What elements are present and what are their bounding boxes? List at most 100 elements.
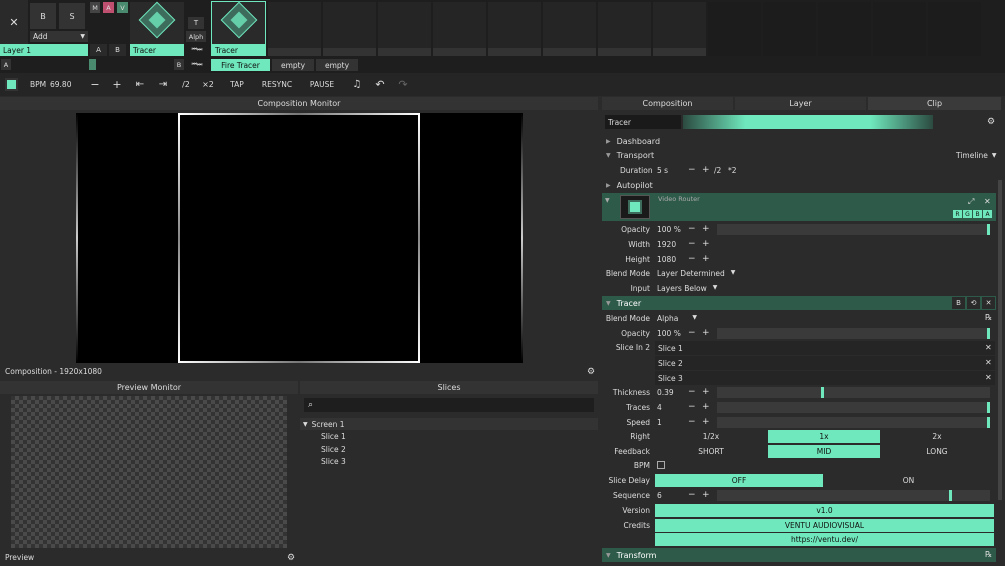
clip-slot-2[interactable]: Tracer — [211, 1, 266, 56]
deck-tab-empty-2[interactable]: empty — [316, 59, 358, 71]
plus-button[interactable]: + — [702, 402, 710, 412]
slider-handle[interactable] — [987, 402, 990, 413]
minus-button[interactable]: − — [688, 254, 696, 264]
clip-name-field[interactable]: Tracer — [605, 115, 681, 129]
undo-icon[interactable]: ↶ — [371, 76, 389, 93]
duration-minus-button[interactable]: − — [688, 165, 696, 175]
gear-icon[interactable]: ⚙ — [586, 366, 596, 377]
plus-button[interactable]: + — [702, 328, 710, 338]
close-icon[interactable]: ✕ — [982, 297, 995, 309]
nudge-left-button[interactable]: ⇤ — [131, 76, 149, 93]
layer-a-button[interactable]: A — [103, 2, 114, 13]
deck-b-button[interactable]: B — [174, 59, 184, 70]
bpm-value[interactable]: 69.80 — [50, 80, 71, 89]
vr-height-value[interactable]: 1080 — [657, 255, 676, 264]
transport-section[interactable]: ▼ Transport — [602, 148, 996, 162]
layer-close-button[interactable]: ✕ — [0, 0, 28, 44]
clip-alpha-button[interactable]: Alph — [186, 31, 206, 42]
slice-in-item[interactable]: Slice 1 — [655, 341, 995, 355]
tracer-effect-header[interactable]: ▼ Tracer — [602, 296, 996, 310]
slice-delay-on[interactable]: ON — [824, 474, 993, 487]
tab-composition[interactable]: Composition — [602, 97, 733, 110]
slice-list-item[interactable]: Slice 2 — [321, 445, 346, 454]
slices-screen-row[interactable]: ▼ Screen 1 — [300, 418, 598, 430]
plus-button[interactable]: + — [702, 490, 710, 500]
empty-clip-slot[interactable] — [928, 2, 981, 56]
empty-clip-slot[interactable] — [598, 2, 651, 56]
duration-value[interactable]: 5 s — [657, 166, 668, 175]
vr-blend-select[interactable]: Layer Determined ▼ — [657, 269, 735, 278]
slice-list-item[interactable]: Slice 3 — [321, 457, 346, 466]
duration-plus-button[interactable]: + — [702, 165, 710, 175]
expanded-triangle-icon[interactable]: ▼ — [605, 197, 610, 204]
clip-transport-icon[interactable]: ⏮⏭ — [188, 44, 206, 56]
param-menu-icon[interactable]: ℞ — [985, 313, 992, 322]
clip-slot-1[interactable]: Tracer — [130, 1, 184, 56]
minus-button[interactable]: − — [688, 490, 696, 500]
tracer-opacity-slider[interactable] — [717, 328, 990, 339]
deck-a-button[interactable]: A — [1, 59, 11, 70]
empty-clip-slot[interactable] — [378, 2, 431, 56]
empty-clip-slot[interactable] — [818, 2, 871, 56]
crossfader-handle[interactable] — [89, 59, 96, 70]
layer-a-crossfade[interactable]: A — [90, 44, 107, 56]
right-option-2x[interactable]: 2x — [881, 430, 993, 443]
minus-button[interactable]: − — [688, 417, 696, 427]
tracer-blend-select[interactable]: Alpha ▼ — [657, 314, 697, 323]
empty-clip-slot[interactable] — [653, 2, 706, 56]
transform-section-header[interactable]: ▼ Transform — [602, 548, 996, 562]
vr-width-value[interactable]: 1920 — [657, 240, 676, 249]
empty-clip-slot[interactable] — [323, 2, 376, 56]
traces-value[interactable]: 4 — [657, 403, 662, 412]
empty-clip-slot[interactable] — [488, 2, 541, 56]
timeline-select[interactable]: Timeline ▼ — [956, 151, 997, 160]
slider-handle[interactable] — [987, 328, 990, 339]
close-icon[interactable]: ✕ — [984, 197, 991, 206]
slider-handle[interactable] — [987, 224, 990, 235]
thickness-value[interactable]: 0.39 — [657, 388, 674, 397]
sequence-slider[interactable] — [717, 490, 990, 501]
metronome-icon[interactable]: ♫ — [348, 76, 366, 93]
resync-button[interactable]: RESYNC — [257, 76, 297, 93]
vr-opacity-value[interactable]: 100 % — [657, 225, 681, 234]
credits-url-link[interactable]: https://ventu.dev/ — [655, 533, 994, 546]
slice-list-item[interactable]: Slice 1 — [321, 432, 346, 441]
expand-icon[interactable]: ⤢ — [968, 197, 974, 207]
layer-bypass-button[interactable]: B — [30, 3, 56, 29]
pause-button[interactable]: PAUSE — [304, 76, 340, 93]
reset-param-icon[interactable]: ⟲ — [967, 297, 980, 309]
feedback-option-long[interactable]: LONG — [881, 445, 993, 458]
param-menu-icon[interactable]: ℞ — [985, 550, 992, 559]
inspector-scrollbar[interactable] — [998, 180, 1002, 500]
bpm-half-button[interactable]: /2 — [177, 76, 195, 93]
empty-clip-slot[interactable] — [543, 2, 596, 56]
minus-button[interactable]: − — [688, 387, 696, 397]
right-option-half[interactable]: 1/2x — [655, 430, 767, 443]
layer-m-button[interactable]: M — [90, 2, 100, 13]
traces-slider[interactable] — [717, 402, 990, 413]
speed-slider[interactable] — [717, 417, 990, 428]
minus-button[interactable]: − — [688, 402, 696, 412]
autopilot-section[interactable]: ▶ Autopilot — [602, 178, 996, 192]
gear-icon[interactable]: ⚙ — [286, 552, 296, 563]
nudge-right-button[interactable]: ⇥ — [154, 76, 172, 93]
tab-clip[interactable]: Clip — [868, 97, 1001, 110]
deck-tab-empty-1[interactable]: empty — [272, 59, 314, 71]
tab-layer[interactable]: Layer — [735, 97, 866, 110]
close-icon[interactable]: ✕ — [985, 343, 992, 352]
slice-in-item[interactable]: Slice 3 — [655, 371, 995, 385]
bpm-double-button[interactable]: ×2 — [199, 76, 217, 93]
speed-value[interactable]: 1 — [657, 418, 662, 427]
slices-search-input[interactable]: ⌕ — [304, 398, 594, 412]
close-icon[interactable]: ✕ — [985, 358, 992, 367]
vr-opacity-slider[interactable] — [717, 224, 990, 235]
bpm-minus-button[interactable]: − — [86, 76, 104, 93]
layer-v-button[interactable]: V — [117, 2, 128, 13]
close-icon[interactable]: ✕ — [985, 373, 992, 382]
empty-clip-slot[interactable] — [433, 2, 486, 56]
feedback-option-mid[interactable]: MID — [768, 445, 880, 458]
sequence-value[interactable]: 6 — [657, 491, 662, 500]
minus-button[interactable]: − — [688, 224, 696, 234]
slice-in-item[interactable]: Slice 2 — [655, 356, 995, 370]
layer-blend-select[interactable]: Add ▼ — [30, 31, 88, 42]
